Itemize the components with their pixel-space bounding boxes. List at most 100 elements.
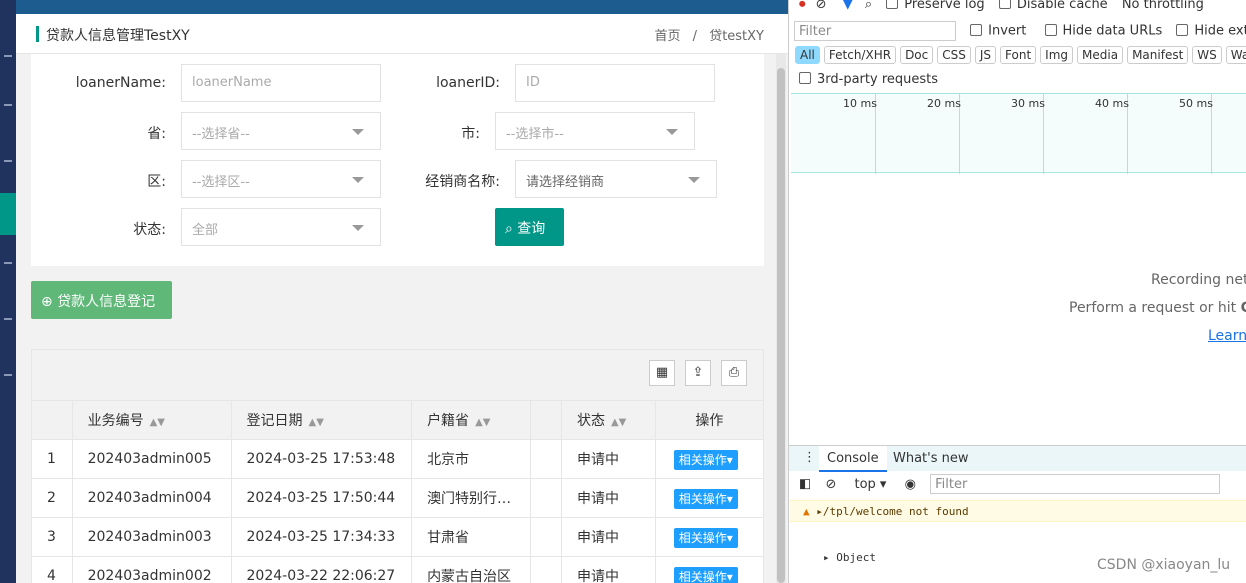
dealer-label: 经销商名称: [425, 174, 500, 190]
query-label: 查询 [517, 221, 546, 237]
type-all[interactable]: All [795, 46, 820, 64]
cell-province: 澳门特别行… [411, 478, 531, 518]
loaner-id-input[interactable]: ID [515, 64, 715, 102]
plus-circle-icon: ⊕ [41, 294, 53, 310]
sidebar [0, 0, 16, 583]
actions-dropdown-button[interactable]: 相关操作▾ [673, 527, 738, 548]
filter-icon[interactable]: ▼ [843, 0, 853, 12]
network-filter-input[interactable]: Filter [794, 21, 956, 41]
preserve-log-checkbox[interactable] [886, 0, 899, 9]
sort-icon[interactable]: ▲▼ [611, 417, 626, 428]
cell-status: 申请中 [560, 439, 656, 479]
clear-icon[interactable]: ⊘ [816, 0, 827, 12]
sidebar-item[interactable] [4, 318, 12, 320]
header-date[interactable]: 登记日期 ▲▼ [230, 400, 413, 440]
breadcrumb-separator: / [692, 29, 698, 44]
row-index: 3 [31, 517, 73, 557]
disable-cache-checkbox[interactable] [998, 0, 1011, 9]
type-wasm[interactable]: Was [1225, 46, 1246, 64]
hide-data-urls-label: Hide data URLs [1062, 23, 1163, 39]
scrollbar[interactable] [776, 54, 786, 583]
cell-business-no: 202403admin003 [71, 517, 232, 557]
type-css[interactable]: CSS [937, 46, 971, 64]
sidebar-item[interactable] [4, 104, 12, 106]
third-party-checkbox[interactable] [799, 72, 811, 84]
filter-row: Filter Invert Hide data URLs Hide exten [794, 21, 1246, 41]
cell-business-no: 202403admin005 [71, 439, 232, 479]
sidebar-item[interactable] [4, 160, 12, 162]
header-actions: 操作 [654, 400, 765, 440]
console-warning: ▲ ▸/tpl/welcome not found [789, 500, 1246, 522]
actions-dropdown-button[interactable]: 相关操作▾ [673, 449, 738, 470]
type-manifest[interactable]: Manifest [1127, 46, 1189, 64]
throttling-select[interactable]: No throttling [1122, 0, 1204, 12]
breadcrumb-current: 贷testXY [709, 29, 764, 44]
loaner-name-input[interactable]: loanerName [181, 64, 381, 102]
status-select[interactable]: 全部 [181, 208, 381, 246]
preserve-log-label: Preserve log [904, 0, 985, 12]
cell-date: 2024-03-22 22:06:27 [230, 556, 413, 583]
context-select[interactable]: top ▾ [854, 477, 886, 492]
sidebar-toggle-icon[interactable]: ◧ [799, 477, 811, 492]
sort-icon[interactable]: ▲▼ [475, 417, 490, 428]
table-header-row: 业务编号 ▲▼ 登记日期 ▲▼ 户籍省 ▲▼ 状态 ▲▼ 操作 [31, 400, 765, 440]
type-img[interactable]: Img [1040, 46, 1074, 64]
type-ws[interactable]: WS [1192, 46, 1222, 64]
invert-checkbox[interactable] [970, 23, 983, 36]
tab-console[interactable]: Console [819, 446, 887, 472]
province-select[interactable]: --选择省-- [181, 112, 381, 150]
network-timeline[interactable]: 10 ms 20 ms 30 ms 40 ms 50 ms [791, 93, 1246, 174]
export-icon[interactable]: ⇪ [685, 360, 711, 386]
city-select[interactable]: --选择市-- [495, 112, 695, 150]
dealer-select[interactable]: 请选择经销商 [515, 160, 717, 198]
scrollbar-thumb[interactable] [777, 68, 785, 583]
cell-gap [529, 478, 562, 518]
clear-console-icon[interactable]: ⊘ [825, 477, 836, 492]
type-js[interactable]: JS [974, 46, 997, 64]
sidebar-item[interactable] [4, 55, 12, 57]
sidebar-item[interactable] [4, 374, 12, 376]
eye-icon[interactable]: ◉ [905, 477, 916, 492]
devtools-toolbar: ⏺ ⊘ ▼ ⌕ Preserve log Disable cache No th… [799, 0, 1246, 12]
tab-whats-new[interactable]: What's new [893, 451, 969, 466]
status-label: 状态: [133, 222, 166, 238]
drawer-menu-icon[interactable]: ⋮ [803, 450, 816, 465]
row-index: 2 [31, 478, 73, 518]
header-business-no[interactable]: 业务编号 ▲▼ [71, 400, 232, 440]
columns-icon[interactable]: ▦ [649, 360, 675, 386]
cell-status: 申请中 [560, 478, 656, 518]
header-status[interactable]: 状态 ▲▼ [560, 400, 656, 440]
cell-status: 申请中 [560, 556, 656, 583]
header-gap [529, 400, 562, 440]
add-loaner-button[interactable]: ⊕ 贷款人信息登记 [31, 281, 172, 319]
district-select[interactable]: --选择区-- [181, 160, 381, 198]
type-doc[interactable]: Doc [900, 46, 934, 64]
cell-province: 甘肃省 [411, 517, 531, 557]
sort-icon[interactable]: ▲▼ [309, 417, 324, 428]
print-icon[interactable]: ⎙ [721, 360, 747, 386]
type-font[interactable]: Font [1000, 46, 1037, 64]
devtools-network-panel: ⏺ ⊘ ▼ ⌕ Preserve log Disable cache No th… [788, 0, 1246, 583]
resource-type-filters: All Fetch/XHR Doc CSS JS Font Img Media Manifest… [795, 46, 1246, 64]
learn-more-link[interactable]: Learn [1208, 328, 1246, 344]
type-fetch-xhr[interactable]: Fetch/XHR [823, 46, 897, 64]
console-filter-input[interactable]: Filter [930, 474, 1221, 494]
loaner-name-label: loanerName: [75, 75, 166, 91]
search-icon[interactable]: ⌕ [865, 0, 872, 12]
type-media[interactable]: Media [1077, 46, 1124, 64]
breadcrumb-home[interactable]: 首页 [655, 29, 681, 44]
table-row: 1 202403admin005 2024-03-25 17:53:48 北京市… [31, 439, 765, 479]
header-province[interactable]: 户籍省 ▲▼ [411, 400, 531, 440]
query-button[interactable]: ⌕ 查询 [495, 208, 564, 246]
warning-icon: ▲ [803, 505, 810, 518]
hide-extension-checkbox[interactable] [1176, 23, 1189, 36]
title-accent [36, 26, 39, 42]
record-icon[interactable]: ⏺ [799, 0, 806, 12]
actions-dropdown-button[interactable]: 相关操作▾ [673, 566, 738, 583]
sidebar-item[interactable] [4, 262, 12, 264]
cell-gap [529, 556, 562, 583]
actions-dropdown-button[interactable]: 相关操作▾ [673, 488, 738, 509]
sidebar-item-active[interactable] [0, 193, 16, 235]
hide-data-urls-checkbox[interactable] [1044, 23, 1057, 36]
sort-icon[interactable]: ▲▼ [150, 417, 165, 428]
